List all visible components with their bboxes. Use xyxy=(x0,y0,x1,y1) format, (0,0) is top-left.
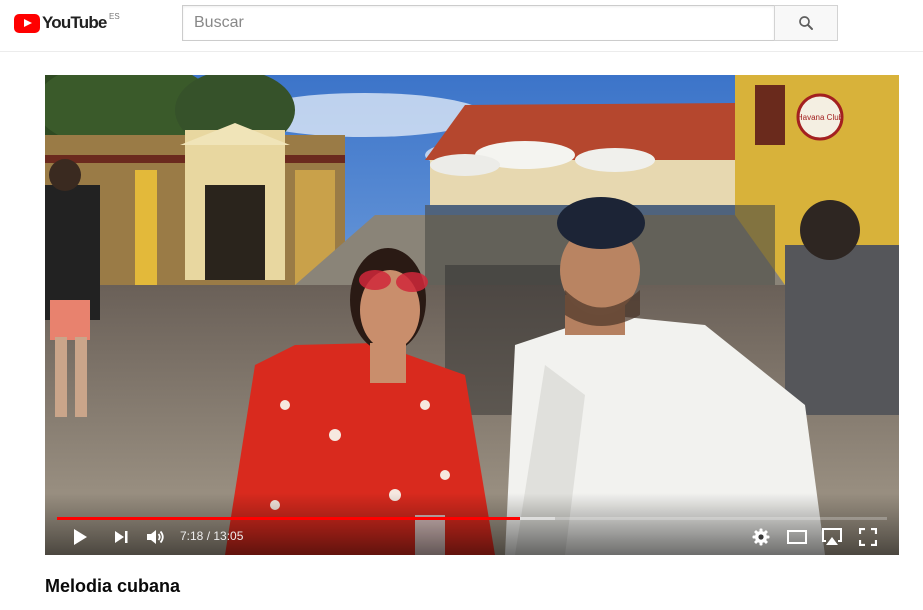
current-time: 7:18 xyxy=(180,529,204,543)
search-button[interactable] xyxy=(774,5,838,41)
video-frame[interactable]: Havana Club xyxy=(45,75,899,555)
fullscreen-button[interactable] xyxy=(857,525,879,549)
duration: 13:05 xyxy=(213,529,244,543)
country-code: ES xyxy=(109,12,120,21)
video-title: Melodia cubana xyxy=(45,576,181,596)
progress-bar[interactable] xyxy=(57,517,887,520)
settings-button[interactable] xyxy=(750,525,772,549)
theater-mode-icon xyxy=(787,530,807,544)
play-button[interactable] xyxy=(69,525,91,549)
logo-text: YouTube xyxy=(42,13,107,32)
havana-club-sign: Havana Club xyxy=(797,113,844,122)
search-input[interactable] xyxy=(182,5,774,41)
youtube-play-icon xyxy=(14,13,40,33)
search-bar xyxy=(182,5,838,41)
fullscreen-icon xyxy=(859,528,877,546)
time-separator: / xyxy=(203,529,214,543)
airplay-button[interactable] xyxy=(820,525,844,549)
play-icon xyxy=(74,529,87,545)
time-display: 7:18 / 13:05 xyxy=(180,529,243,543)
video-player[interactable]: Havana Club 7:18 / 13:05 xyxy=(45,75,899,555)
next-icon xyxy=(115,531,128,543)
progress-played xyxy=(57,517,521,520)
volume-button[interactable] xyxy=(144,525,168,549)
theater-mode-button[interactable] xyxy=(785,525,809,549)
settings-icon xyxy=(752,528,770,546)
masthead: YouTube ES xyxy=(0,0,923,52)
search-icon xyxy=(799,16,813,30)
volume-icon xyxy=(147,530,164,544)
airplay-icon xyxy=(822,528,842,545)
next-button[interactable] xyxy=(111,525,131,549)
youtube-logo[interactable]: YouTube ES xyxy=(14,12,120,34)
